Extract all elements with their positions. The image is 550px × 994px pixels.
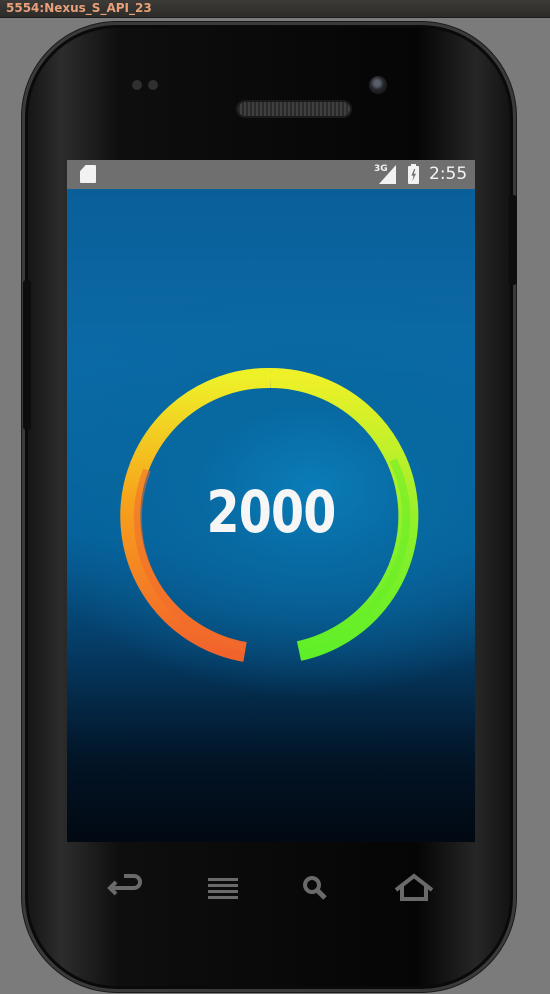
- home-icon[interactable]: [392, 868, 436, 908]
- device-screen: 3G 2:55 2000: [67, 160, 475, 842]
- volume-button[interactable]: [23, 280, 31, 430]
- proximity-sensor: [132, 80, 142, 90]
- earpiece-speaker: [238, 102, 350, 116]
- power-button[interactable]: [509, 195, 517, 285]
- gauge-value: 2000: [206, 478, 336, 546]
- front-camera: [369, 76, 387, 94]
- menu-icon[interactable]: [202, 868, 246, 908]
- back-icon[interactable]: [104, 868, 148, 908]
- emulator-title-bar: 5554:Nexus_S_API_23: [0, 0, 550, 18]
- search-icon[interactable]: [294, 868, 338, 908]
- window-title: 5554:Nexus_S_API_23: [6, 1, 152, 15]
- navigation-bar: [0, 842, 550, 942]
- light-sensor: [148, 80, 158, 90]
